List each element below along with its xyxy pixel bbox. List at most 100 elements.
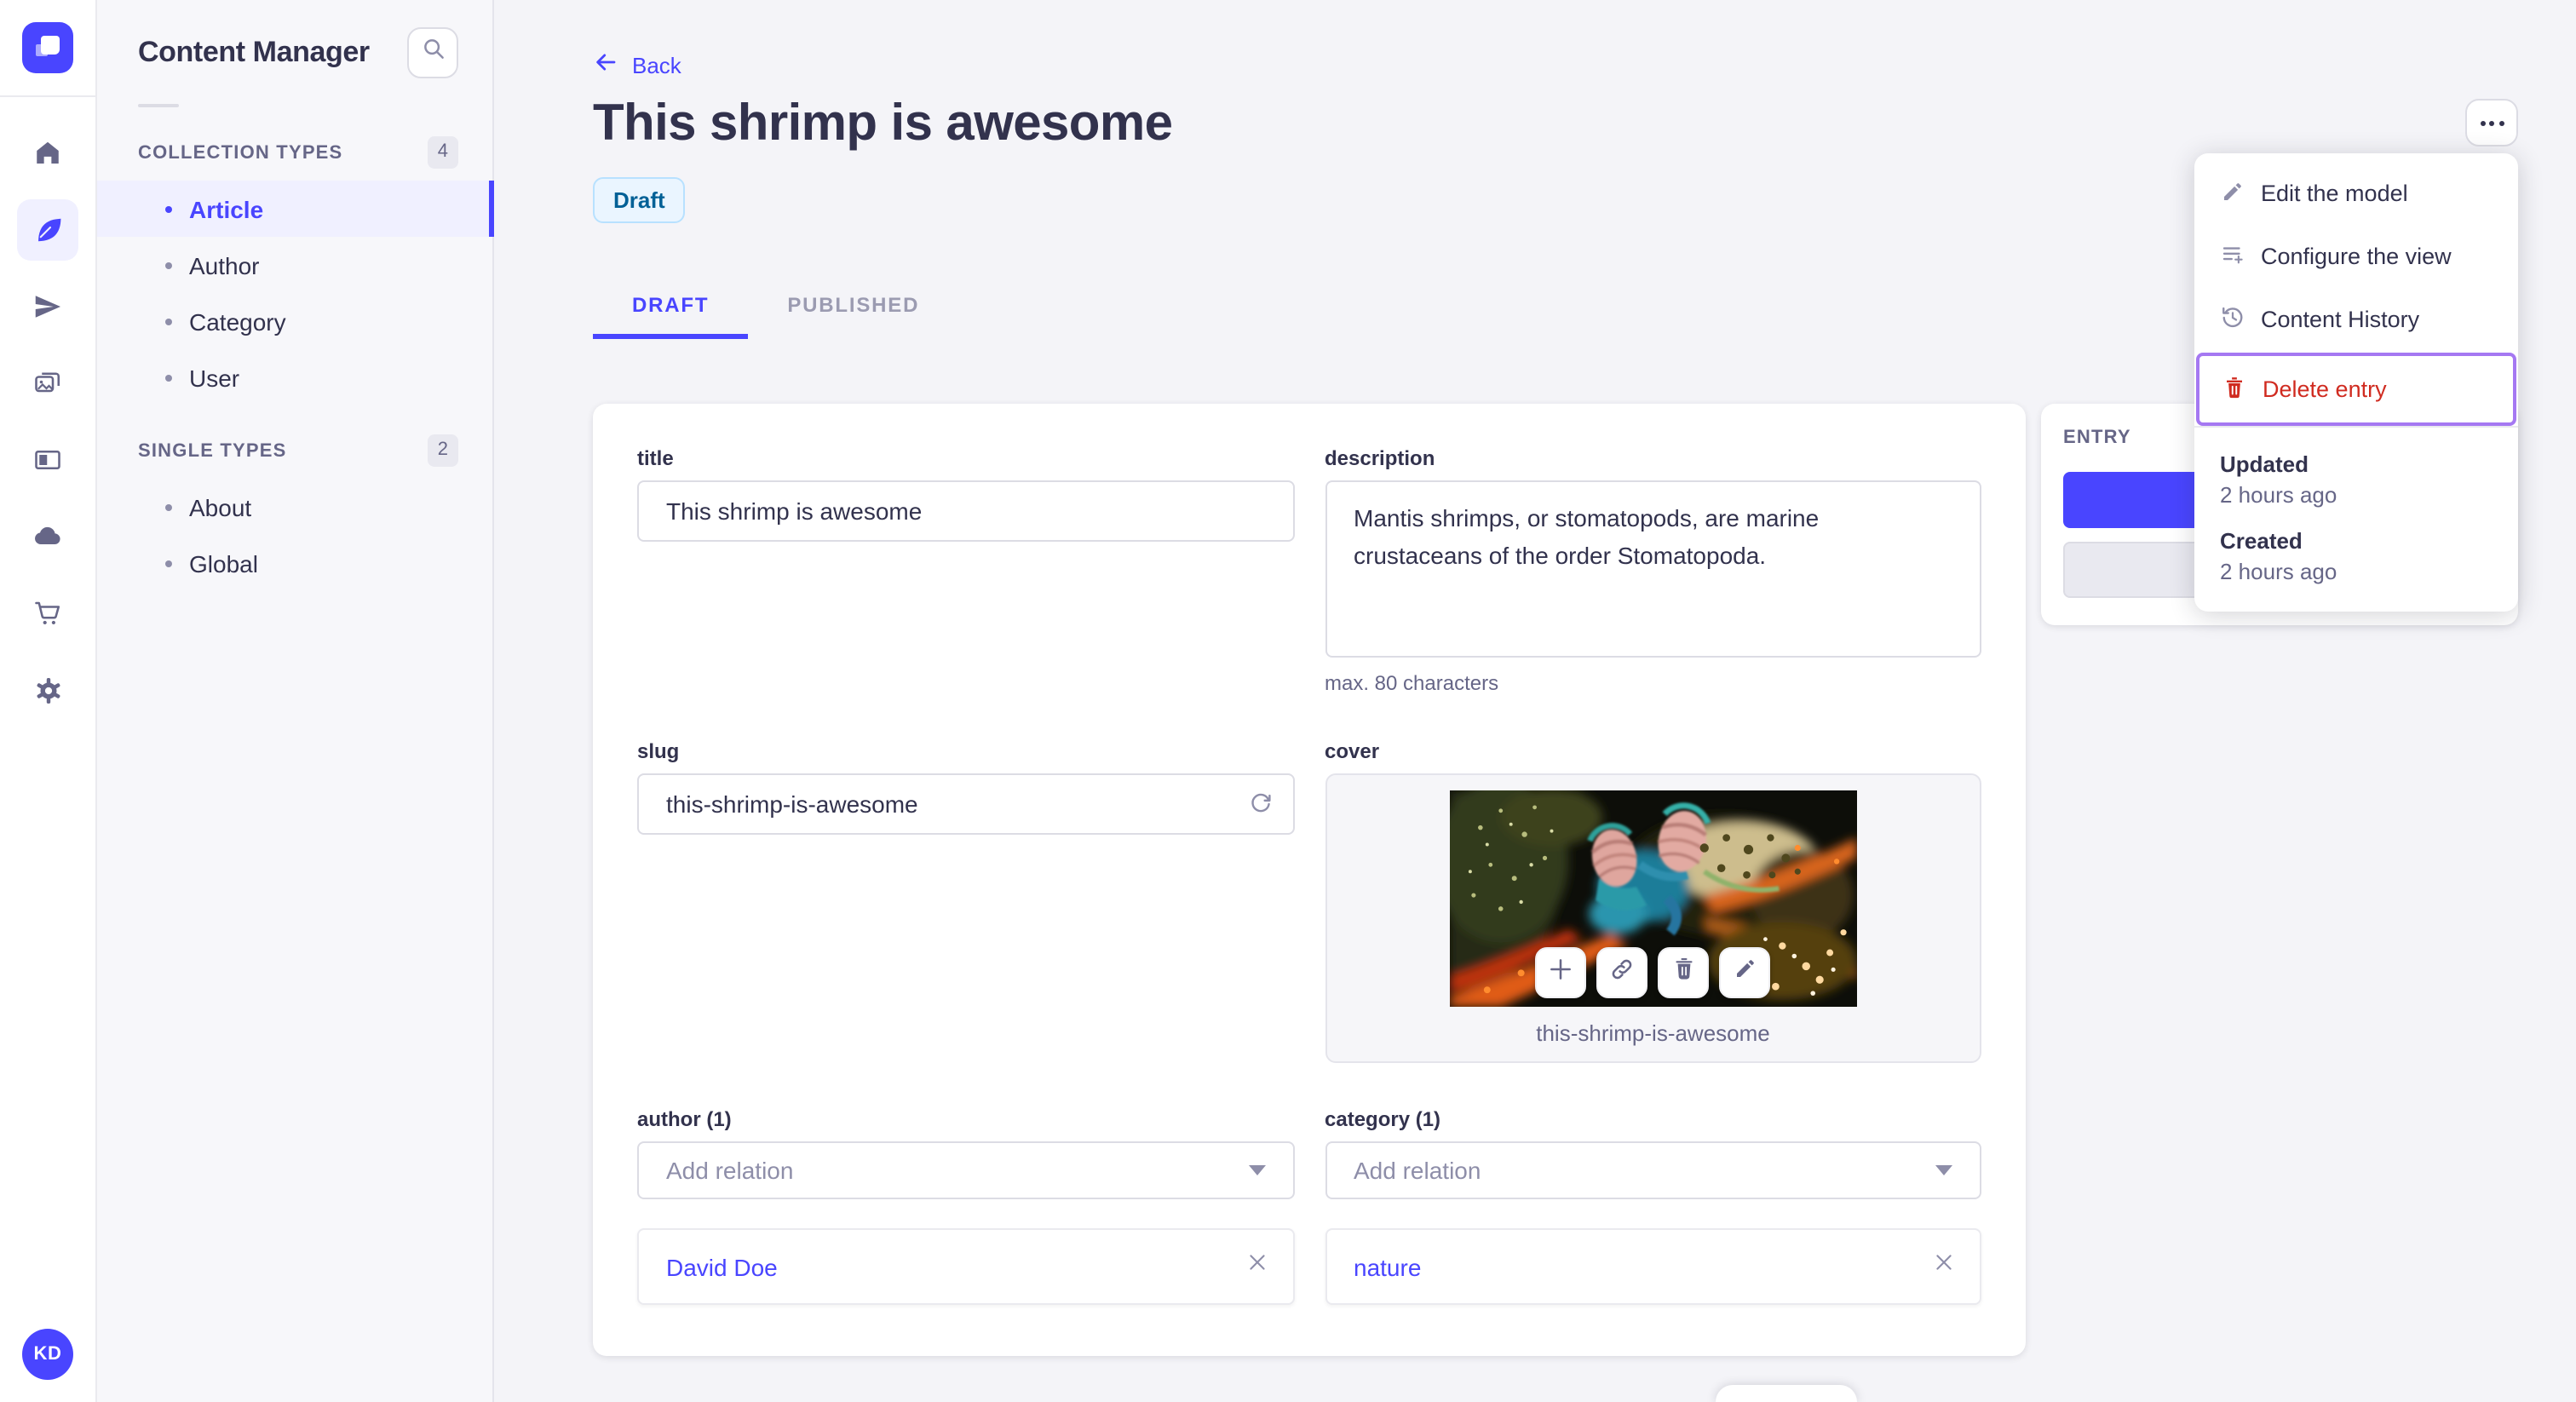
link-icon: [1609, 955, 1636, 991]
entry-meta: Updated 2 hours ago Created 2 hours ago: [2194, 428, 2518, 612]
bullet-icon: [165, 374, 172, 381]
category-relation-select[interactable]: Add relation: [1325, 1141, 1981, 1199]
floating-widget-pill[interactable]: [1716, 1385, 1857, 1402]
description-textarea[interactable]: Mantis shrimps, or stomatopods, are mari…: [1325, 480, 1981, 658]
relation-link[interactable]: David Doe: [666, 1253, 778, 1280]
back-label: Back: [632, 52, 681, 78]
paper-plane-icon: [32, 291, 63, 322]
logo-area: [0, 0, 95, 97]
cover-filename: this-shrimp-is-awesome: [1536, 1020, 1770, 1046]
strapi-logo-mark-fold: [36, 44, 48, 56]
description-field-label: description: [1325, 446, 1435, 470]
pencil-icon: [2220, 178, 2245, 209]
slug-field-label: slug: [637, 739, 680, 763]
status-badge: Draft: [593, 177, 686, 223]
bullet-icon: [165, 318, 172, 325]
nav-media-library[interactable]: [17, 353, 78, 414]
nav-deploy[interactable]: [17, 506, 78, 567]
sidebar-item-user[interactable]: User: [97, 349, 492, 405]
nav-home[interactable]: [17, 123, 78, 184]
title-field-label: title: [637, 446, 674, 470]
nav-releases[interactable]: [17, 276, 78, 337]
feather-icon: [32, 215, 63, 245]
author-relation-select[interactable]: Add relation: [637, 1141, 1294, 1199]
cover-field: cover this-shrimp-is-awesome: [1325, 739, 1981, 1063]
slug-input[interactable]: [637, 773, 1294, 835]
updated-value: 2 hours ago: [2220, 482, 2337, 508]
content-manager-subnav: Content Manager COLLECTION TYPES 4 Artic…: [97, 0, 494, 1402]
sidebar-item-label: Article: [189, 195, 264, 222]
home-icon: [32, 138, 63, 169]
trash-icon: [1671, 956, 1697, 990]
section-label: COLLECTION TYPES: [138, 142, 343, 163]
nav-content-manager[interactable]: [17, 199, 78, 261]
title-input[interactable]: [637, 480, 1294, 542]
rail-nav: [17, 97, 78, 1329]
nav-content-type-builder[interactable]: [17, 429, 78, 491]
subnav-title: Content Manager: [138, 36, 370, 68]
select-placeholder: Add relation: [666, 1157, 794, 1184]
user-avatar[interactable]: KD: [22, 1329, 73, 1380]
tab-draft[interactable]: DRAFT: [593, 274, 749, 339]
settings-gear-icon: [32, 674, 64, 706]
menu-item-edit-model[interactable]: Edit the model: [2194, 162, 2518, 225]
search-icon: [420, 36, 446, 70]
menu-item-configure-view[interactable]: Configure the view: [2194, 225, 2518, 288]
sidebar-item-author[interactable]: Author: [97, 237, 492, 293]
sidebar-item-category[interactable]: Category: [97, 293, 492, 349]
cover-image: [1449, 790, 1857, 1007]
tab-published[interactable]: PUBLISHED: [748, 274, 958, 339]
bullet-icon: [165, 560, 172, 566]
category-field-label: category (1): [1325, 1107, 1441, 1131]
more-actions-button[interactable]: [2465, 99, 2518, 147]
sidebar-item-about[interactable]: About: [97, 479, 492, 535]
menu-item-label: Configure the view: [2261, 244, 2452, 269]
title-field: title: [637, 446, 1294, 695]
back-link[interactable]: Back: [593, 49, 681, 80]
main-nav-rail: KD: [0, 0, 97, 1402]
history-icon: [2220, 304, 2245, 335]
remove-relation-button[interactable]: [1932, 1250, 1956, 1283]
cloud-icon: [32, 521, 63, 552]
delete-asset-button[interactable]: [1658, 947, 1710, 998]
sidebar-item-label: Author: [189, 251, 260, 279]
cover-action-bar: [1535, 947, 1771, 998]
subnav-divider: [138, 104, 179, 107]
nav-settings[interactable]: [17, 659, 78, 721]
more-actions-menu: Edit the model Configure the view Conten…: [2194, 153, 2518, 612]
add-asset-button[interactable]: [1535, 947, 1587, 998]
configure-list-icon: [2220, 241, 2245, 272]
media-library-icon: [32, 368, 63, 399]
updated-label: Updated: [2220, 451, 2309, 477]
nav-marketplace[interactable]: [17, 583, 78, 644]
cover-asset-card: this-shrimp-is-awesome: [1325, 773, 1981, 1063]
content-type-builder-icon: [32, 445, 63, 475]
section-count-badge: 2: [427, 434, 458, 467]
sidebar-item-article[interactable]: Article: [97, 181, 494, 237]
menu-item-label: Delete entry: [2263, 376, 2387, 402]
section-label: SINGLE TYPES: [138, 440, 287, 461]
bullet-icon: [165, 261, 172, 268]
search-button[interactable]: [407, 27, 458, 78]
created-label: Created: [2220, 528, 2303, 554]
main-content: Back This shrimp is awesome Draft DRAFT …: [494, 0, 2576, 1402]
select-placeholder: Add relation: [1354, 1157, 1481, 1184]
author-relation-item: David Doe: [637, 1228, 1294, 1305]
slug-field: slug: [637, 739, 1294, 1063]
author-field-label: author (1): [637, 1107, 732, 1131]
sidebar-item-global[interactable]: Global: [97, 535, 492, 591]
copy-link-button[interactable]: [1596, 947, 1648, 998]
author-field: author (1) Add relation David Doe: [637, 1107, 1294, 1305]
marketplace-cart-icon: [32, 598, 63, 629]
created-value: 2 hours ago: [2220, 559, 2337, 584]
strapi-logo[interactable]: [22, 22, 73, 73]
menu-item-content-history[interactable]: Content History: [2194, 288, 2518, 351]
app-window: KD Content Manager COLLECTION TYPES 4 Ar…: [0, 0, 2576, 1402]
remove-relation-button[interactable]: [1245, 1250, 1268, 1283]
menu-item-delete-entry[interactable]: Delete entry: [2196, 353, 2516, 426]
description-hint: max. 80 characters: [1325, 671, 1499, 695]
relation-link[interactable]: nature: [1354, 1253, 1421, 1280]
edit-asset-button[interactable]: [1719, 947, 1771, 998]
edit-form-card: title description Mantis shrimps, or sto…: [593, 404, 2026, 1356]
regenerate-icon[interactable]: [1246, 790, 1274, 818]
